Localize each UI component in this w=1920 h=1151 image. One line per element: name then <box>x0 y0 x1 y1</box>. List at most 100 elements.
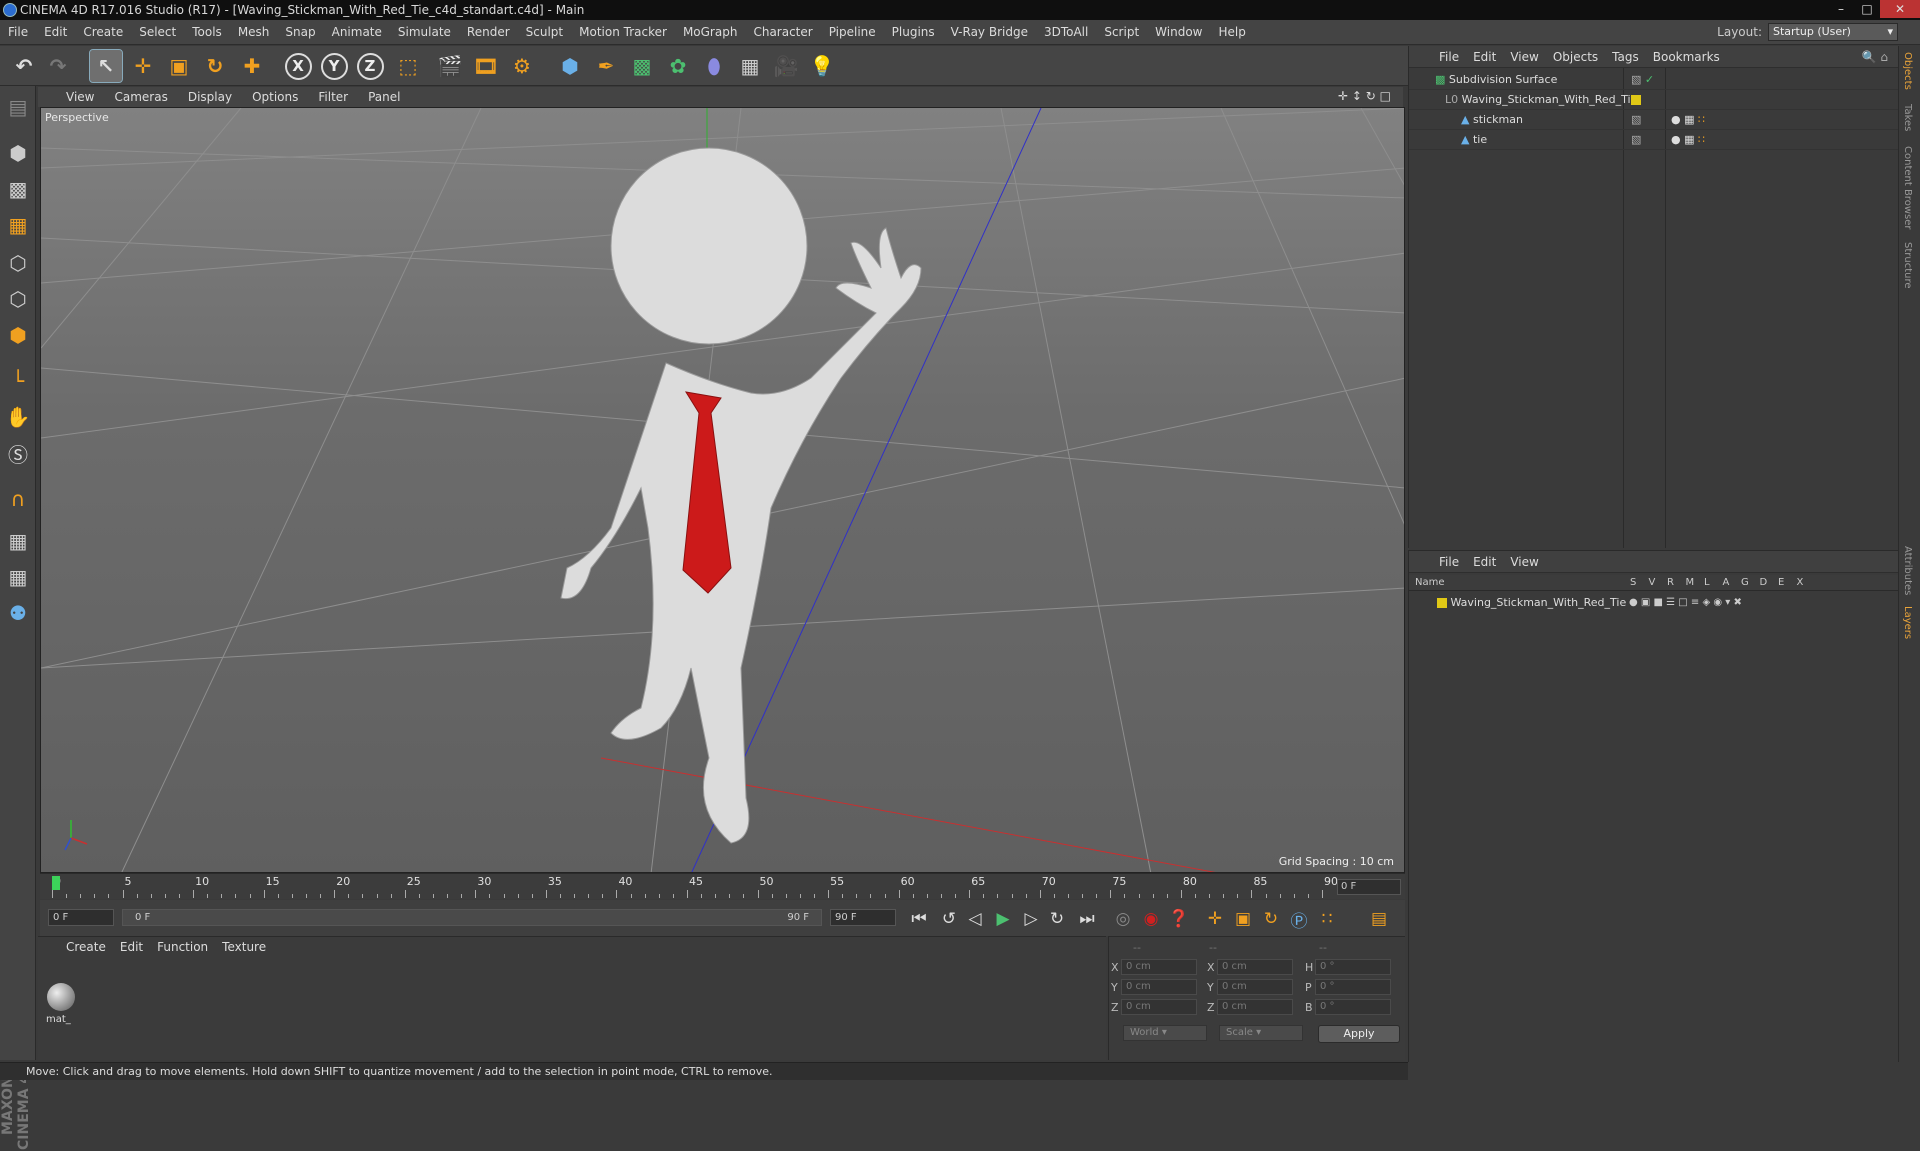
material-tag-icon[interactable]: ● ▦ ∷ <box>1671 110 1705 130</box>
previous-frame-icon[interactable]: ◁ <box>962 906 988 932</box>
edges-mode-icon[interactable]: ⬡ <box>3 284 33 314</box>
layer-col-v[interactable]: V <box>1649 575 1656 591</box>
viewport-menu-view[interactable]: View <box>66 90 94 104</box>
menu-simulate[interactable]: Simulate <box>398 25 451 39</box>
layer-menu-edit[interactable]: Edit <box>1473 555 1496 569</box>
viewport-menu-options[interactable]: Options <box>252 90 298 104</box>
object-menu-objects[interactable]: Objects <box>1553 50 1598 64</box>
start-frame-field[interactable]: 0 F <box>48 909 114 926</box>
axis-mode-icon[interactable]: └ <box>3 366 33 396</box>
layer-toggles[interactable]: ● ▣ ■ ☰ □ ≡ ◈ ◉ ▾ ✖ <box>1629 593 1742 613</box>
undo-icon[interactable]: ↶ <box>8 50 40 82</box>
layer-row[interactable]: Waving_Stickman_With_Red_Tie ● ▣ ■ ☰ □ ≡… <box>1409 593 1899 613</box>
x-axis-lock[interactable]: X <box>282 50 314 82</box>
side-tab-attributes[interactable]: Attributes <box>1902 546 1913 595</box>
visibility-toggle[interactable]: ▧ <box>1631 130 1641 150</box>
record-keys-icon[interactable]: ◎ <box>1110 906 1136 932</box>
timeline-window-icon[interactable]: ▤ <box>1366 906 1392 932</box>
side-tab-takes[interactable]: Takes <box>1902 104 1913 131</box>
layer-col-d[interactable]: D <box>1760 575 1768 591</box>
z-axis-lock[interactable]: Z <box>354 50 386 82</box>
live-selection-icon[interactable]: ↖ <box>89 49 123 83</box>
coord-size-x-field[interactable]: 0 cm <box>1217 959 1293 975</box>
object-row-tie[interactable]: ▲ tie ▧ ● ▦ ∷ <box>1409 130 1899 150</box>
object-row-stickman[interactable]: ▲ stickman ▧ ● ▦ ∷ <box>1409 110 1899 130</box>
coord-size-y-field[interactable]: 0 cm <box>1217 979 1293 995</box>
planar-workplane-icon[interactable]: ▦ <box>3 562 33 592</box>
render-view-icon[interactable]: 🎬 <box>434 50 466 82</box>
material-menu-create[interactable]: Create <box>66 940 106 954</box>
subdivision-surface-icon[interactable]: ▩ <box>626 50 658 82</box>
texture-mode-icon[interactable]: ▩ <box>3 174 33 204</box>
coord-size-z-field[interactable]: 0 cm <box>1217 999 1293 1015</box>
layer-color-tag[interactable] <box>1631 90 1641 110</box>
polygons-mode-icon[interactable]: ⬢ <box>3 320 33 350</box>
coord-rot-b-field[interactable]: 0 ° <box>1315 999 1391 1015</box>
layer-col-g[interactable]: G <box>1741 575 1749 591</box>
menu-window[interactable]: Window <box>1155 25 1202 39</box>
current-frame-field[interactable]: 0 F <box>1337 879 1401 895</box>
menu-file[interactable]: File <box>8 25 28 39</box>
playhead-marker[interactable] <box>52 876 60 890</box>
coord-mode-dropdown[interactable]: Scale ▾ <box>1219 1025 1303 1041</box>
visibility-toggle[interactable]: ▧ <box>1631 110 1641 130</box>
move-icon[interactable]: ✛ <box>127 50 159 82</box>
menu-character[interactable]: Character <box>753 25 812 39</box>
object-menu-edit[interactable]: Edit <box>1473 50 1496 64</box>
apply-button[interactable]: Apply <box>1318 1025 1400 1043</box>
coord-pos-x-field[interactable]: 0 cm <box>1121 959 1197 975</box>
cube-icon[interactable]: ⬢ <box>554 50 586 82</box>
array-icon[interactable]: ✿ <box>662 50 694 82</box>
object-menu-view[interactable]: View <box>1510 50 1538 64</box>
menu-v-ray-bridge[interactable]: V-Ray Bridge <box>951 25 1028 39</box>
layer-col-x[interactable]: X <box>1797 575 1804 591</box>
coord-pos-z-field[interactable]: 0 cm <box>1121 999 1197 1015</box>
key-rotation-icon[interactable]: ↻ <box>1258 906 1284 932</box>
layer-col-e[interactable]: E <box>1778 575 1784 591</box>
object-row-waving-stickman[interactable]: L0 Waving_Stickman_With_Red_Tie <box>1409 90 1899 110</box>
coord-rot-p-field[interactable]: 0 ° <box>1315 979 1391 995</box>
material-menu-edit[interactable]: Edit <box>120 940 143 954</box>
viewport-menu-cameras[interactable]: Cameras <box>114 90 167 104</box>
side-tab-content-browser[interactable]: Content Browser <box>1902 146 1913 229</box>
menu-mograph[interactable]: MoGraph <box>683 25 738 39</box>
model-mode-icon[interactable]: ⬢ <box>3 138 33 168</box>
end-frame-field[interactable]: 90 F <box>830 909 896 926</box>
coord-rot-h-field[interactable]: 0 ° <box>1315 959 1391 975</box>
object-menu-file[interactable]: File <box>1439 50 1459 64</box>
material-menu-texture[interactable]: Texture <box>222 940 266 954</box>
layer-col-m[interactable]: M <box>1686 575 1695 591</box>
object-menu-bookmarks[interactable]: Bookmarks <box>1653 50 1720 64</box>
go-to-start-icon[interactable]: ⏮ <box>906 906 932 932</box>
layer-col-r[interactable]: R <box>1667 575 1674 591</box>
keyframe-selection-icon[interactable]: ❓ <box>1166 906 1192 932</box>
layer-menu-view[interactable]: View <box>1510 555 1538 569</box>
menu-edit[interactable]: Edit <box>44 25 67 39</box>
snap-icon[interactable]: Ⓢ <box>3 438 33 468</box>
render-picture-viewer-icon[interactable]: 🎞 <box>470 50 502 82</box>
points-mode-icon[interactable]: ⬡ <box>3 248 33 278</box>
magnet-icon[interactable]: ∩ <box>3 484 33 514</box>
tweak-mode-icon[interactable]: ✋ <box>3 402 33 432</box>
viewport-menu-panel[interactable]: Panel <box>368 90 400 104</box>
minimize-button[interactable]: – <box>1828 0 1854 18</box>
menu-script[interactable]: Script <box>1104 25 1139 39</box>
next-key-icon[interactable]: ↻ <box>1044 906 1070 932</box>
menu-3dtoall[interactable]: 3DToAll <box>1044 25 1088 39</box>
menu-select[interactable]: Select <box>139 25 176 39</box>
coord-pos-y-field[interactable]: 0 cm <box>1121 979 1197 995</box>
menu-motion-tracker[interactable]: Motion Tracker <box>579 25 667 39</box>
previous-key-icon[interactable]: ↺ <box>936 906 962 932</box>
menu-create[interactable]: Create <box>83 25 123 39</box>
last-tool-icon[interactable]: ✚ <box>236 50 268 82</box>
play-icon[interactable]: ▶ <box>990 906 1016 932</box>
scale-icon[interactable]: ▣ <box>163 50 195 82</box>
layout-dropdown[interactable]: Startup (User) ▾ <box>1768 23 1898 41</box>
material-tag-icon[interactable]: ● ▦ ∷ <box>1671 130 1705 150</box>
menu-sculpt[interactable]: Sculpt <box>526 25 563 39</box>
viewport-menu-filter[interactable]: Filter <box>318 90 348 104</box>
key-scale-icon[interactable]: ▣ <box>1230 906 1256 932</box>
material-menu-function[interactable]: Function <box>157 940 208 954</box>
timeline-ruler[interactable]: 051015202530354045505560657075808590 0 F <box>40 873 1405 899</box>
menu-tools[interactable]: Tools <box>192 25 222 39</box>
